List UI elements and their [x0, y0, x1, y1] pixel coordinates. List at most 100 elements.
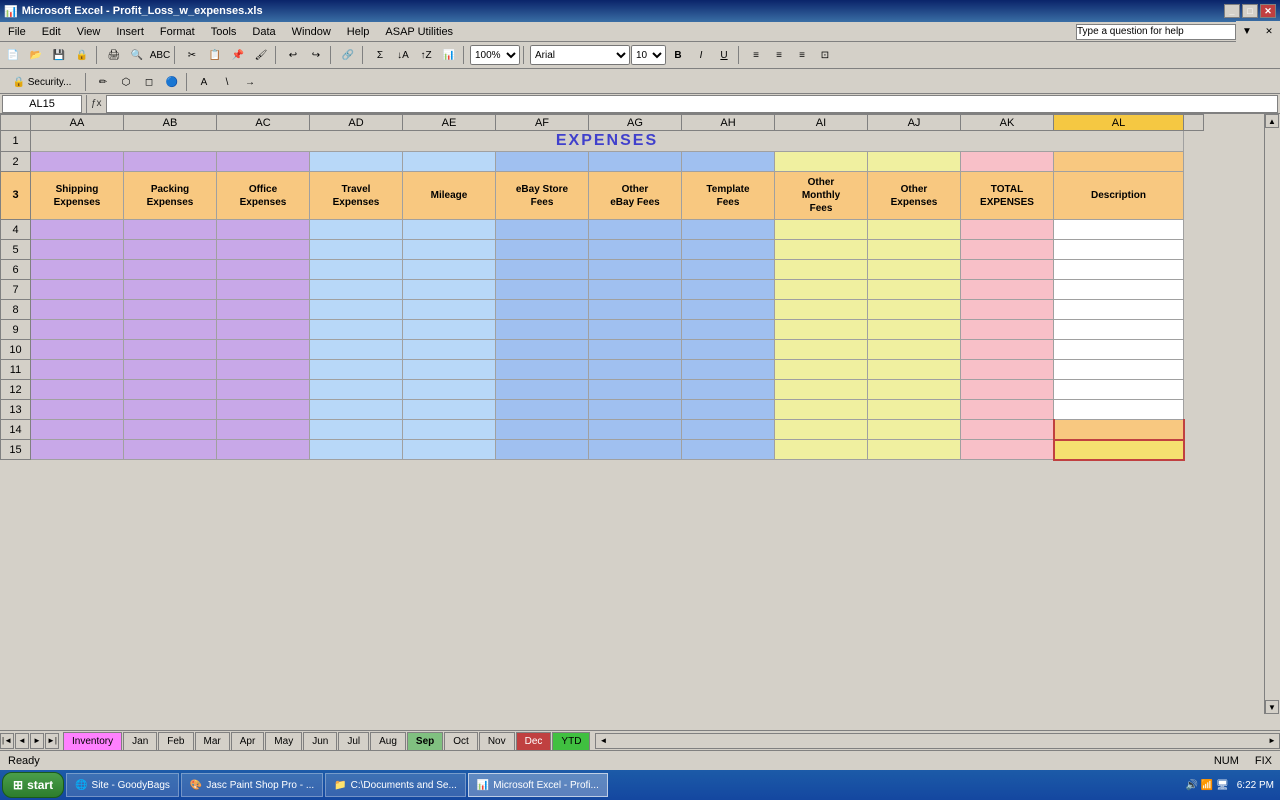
- cell-af11[interactable]: [496, 360, 589, 380]
- name-box[interactable]: [2, 95, 82, 113]
- col-header-ag[interactable]: AG: [589, 115, 682, 131]
- cell-ad10[interactable]: [310, 340, 403, 360]
- print-button[interactable]: 🖨: [103, 44, 125, 66]
- cell-ak2[interactable]: [961, 152, 1054, 172]
- cell-ak10[interactable]: [961, 340, 1054, 360]
- cell-ag10[interactable]: [589, 340, 682, 360]
- cell-ak12[interactable]: [961, 380, 1054, 400]
- cell-af12[interactable]: [496, 380, 589, 400]
- cell-aa8[interactable]: [31, 300, 124, 320]
- cell-aj15[interactable]: [868, 440, 961, 460]
- align-left[interactable]: ≡: [745, 44, 767, 66]
- cell-aj7[interactable]: [868, 280, 961, 300]
- cell-ah15[interactable]: [682, 440, 775, 460]
- cell-ab6[interactable]: [124, 260, 217, 280]
- menu-insert[interactable]: Insert: [108, 24, 152, 40]
- cell-ab2[interactable]: [124, 152, 217, 172]
- cell-ab11[interactable]: [124, 360, 217, 380]
- cell-ag11[interactable]: [589, 360, 682, 380]
- cell-aj10[interactable]: [868, 340, 961, 360]
- sort-asc[interactable]: ↓A: [392, 44, 414, 66]
- cell-af14[interactable]: [496, 420, 589, 440]
- row-header-11[interactable]: 11: [1, 360, 31, 380]
- row-header-12[interactable]: 12: [1, 380, 31, 400]
- cell-ad4[interactable]: [310, 220, 403, 240]
- align-center[interactable]: ≡: [768, 44, 790, 66]
- cell-ad9[interactable]: [310, 320, 403, 340]
- underline-button[interactable]: U: [713, 44, 735, 66]
- cell-af6[interactable]: [496, 260, 589, 280]
- cell-ah14[interactable]: [682, 420, 775, 440]
- row-header-8[interactable]: 8: [1, 300, 31, 320]
- sort-desc[interactable]: ↑Z: [415, 44, 437, 66]
- col-header-ai[interactable]: AI: [775, 115, 868, 131]
- cell-ah7[interactable]: [682, 280, 775, 300]
- menu-tools[interactable]: Tools: [203, 24, 245, 40]
- cell-ad6[interactable]: [310, 260, 403, 280]
- cell-ai5[interactable]: [775, 240, 868, 260]
- cell-aa2[interactable]: [31, 152, 124, 172]
- row-header-9[interactable]: 9: [1, 320, 31, 340]
- cell-ak15[interactable]: [961, 440, 1054, 460]
- cell-ak6[interactable]: [961, 260, 1054, 280]
- cell-ad14[interactable]: [310, 420, 403, 440]
- cell-ai8[interactable]: [775, 300, 868, 320]
- cell-ai9[interactable]: [775, 320, 868, 340]
- cell-ac8[interactable]: [217, 300, 310, 320]
- chart-button[interactable]: 📊: [438, 44, 460, 66]
- row-header-3[interactable]: 3: [1, 172, 31, 220]
- row-header-7[interactable]: 7: [1, 280, 31, 300]
- cell-ag14[interactable]: [589, 420, 682, 440]
- cell-al9[interactable]: [1054, 320, 1184, 340]
- cell-aa12[interactable]: [31, 380, 124, 400]
- cell-aa6[interactable]: [31, 260, 124, 280]
- cell-ag2[interactable]: [589, 152, 682, 172]
- cell-ae9[interactable]: [403, 320, 496, 340]
- cell-al11[interactable]: [1054, 360, 1184, 380]
- cell-aa9[interactable]: [31, 320, 124, 340]
- tab-dec[interactable]: Dec: [516, 732, 552, 750]
- row-header-4[interactable]: 4: [1, 220, 31, 240]
- cell-ab13[interactable]: [124, 400, 217, 420]
- tab-first[interactable]: |◄: [0, 733, 14, 749]
- new-button[interactable]: 📄: [2, 44, 24, 66]
- cell-ah10[interactable]: [682, 340, 775, 360]
- cell-ae5[interactable]: [403, 240, 496, 260]
- cell-ah12[interactable]: [682, 380, 775, 400]
- cell-ac2[interactable]: [217, 152, 310, 172]
- cell-aa7[interactable]: [31, 280, 124, 300]
- cell-aj13[interactable]: [868, 400, 961, 420]
- align-right[interactable]: ≡: [791, 44, 813, 66]
- line-btn[interactable]: \: [216, 71, 238, 93]
- cell-af4[interactable]: [496, 220, 589, 240]
- start-button[interactable]: ⊞ start: [2, 772, 64, 798]
- zoom-select[interactable]: 100%: [470, 45, 520, 65]
- taskbar-item-paint[interactable]: 🎨 Jasc Paint Shop Pro - ...: [181, 773, 323, 797]
- cell-ak11[interactable]: [961, 360, 1054, 380]
- cell-ah13[interactable]: [682, 400, 775, 420]
- tab-may[interactable]: May: [265, 732, 302, 750]
- cell-ag7[interactable]: [589, 280, 682, 300]
- cell-al12[interactable]: [1054, 380, 1184, 400]
- paste-button[interactable]: 📌: [227, 44, 249, 66]
- cell-ai12[interactable]: [775, 380, 868, 400]
- cell-ab10[interactable]: [124, 340, 217, 360]
- tab-prev[interactable]: ◄: [15, 733, 29, 749]
- open-button[interactable]: 📂: [25, 44, 47, 66]
- cell-aj6[interactable]: [868, 260, 961, 280]
- col-header-ak[interactable]: AK: [961, 115, 1054, 131]
- row-header-2[interactable]: 2: [1, 152, 31, 172]
- cell-ad11[interactable]: [310, 360, 403, 380]
- cut-button[interactable]: ✂: [181, 44, 203, 66]
- menu-edit[interactable]: Edit: [34, 24, 69, 40]
- cell-ak7[interactable]: [961, 280, 1054, 300]
- cell-aj11[interactable]: [868, 360, 961, 380]
- cell-ak9[interactable]: [961, 320, 1054, 340]
- draw-btn4[interactable]: 🔵: [161, 71, 183, 93]
- col-header-aa[interactable]: AA: [31, 115, 124, 131]
- cell-al14[interactable]: [1054, 420, 1184, 440]
- menu-format[interactable]: Format: [152, 24, 203, 40]
- cell-ae2[interactable]: [403, 152, 496, 172]
- cell-ag5[interactable]: [589, 240, 682, 260]
- cell-aa10[interactable]: [31, 340, 124, 360]
